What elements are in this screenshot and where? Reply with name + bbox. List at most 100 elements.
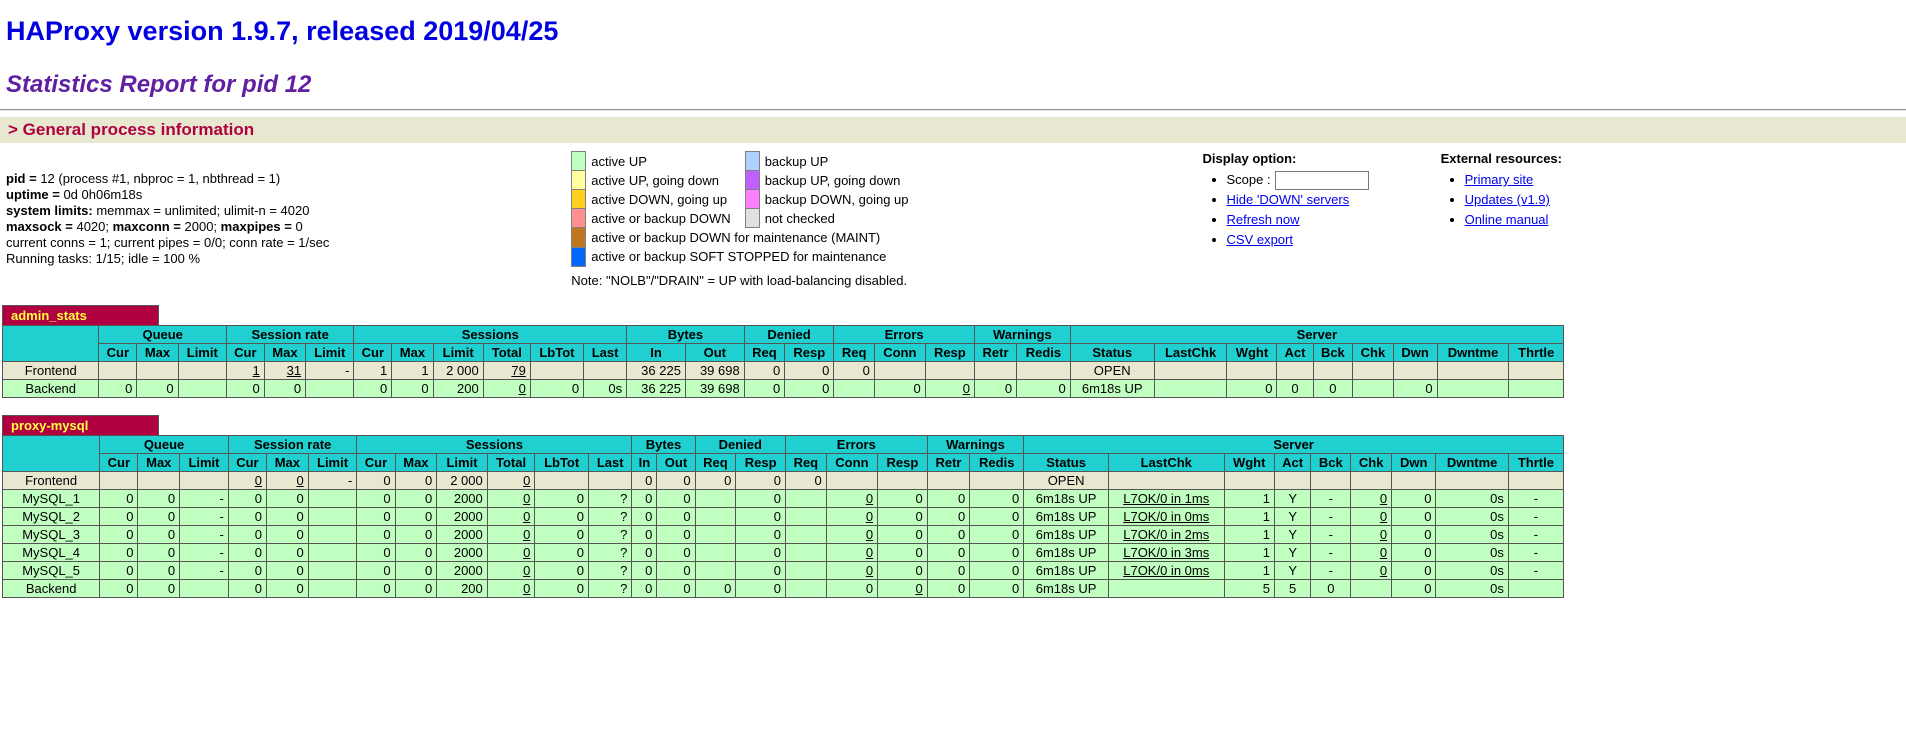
- col-header-bytes-in: In: [627, 343, 686, 361]
- col-header-rate-max: Max: [264, 343, 305, 361]
- col-header-lastchk: LastChk: [1108, 453, 1224, 471]
- cell-chk: 0: [1351, 561, 1392, 579]
- col-header-weight: Wght: [1227, 343, 1277, 361]
- col-header-act: Act: [1277, 343, 1313, 361]
- cell-dwntme: 0s: [1436, 579, 1508, 597]
- group-header-denied: Denied: [695, 435, 785, 453]
- legend-note: Note: "NOLB"/"DRAIN" = UP with load-bala…: [571, 273, 922, 288]
- col-header-sessions-lbtot: LbTot: [535, 453, 589, 471]
- cell-lastchk: [1154, 361, 1227, 379]
- scope-input[interactable]: [1275, 171, 1369, 190]
- proxy-name[interactable]: admin_stats: [3, 305, 159, 325]
- cell-sessions-total: 0: [483, 379, 530, 397]
- cell-warnings-redis: 0: [970, 579, 1024, 597]
- display-option-link[interactable]: Refresh now: [1227, 212, 1300, 227]
- cell-warnings-redis: 0: [970, 489, 1024, 507]
- group-header-queue: Queue: [100, 435, 229, 453]
- proxy-name[interactable]: proxy-mysql: [3, 415, 159, 435]
- col-header-warnings-redis: Redis: [970, 453, 1024, 471]
- col-header-bytes-out: Out: [685, 343, 744, 361]
- external-resources-item: Primary site: [1465, 170, 1562, 190]
- stats-table: QueueSession rateSessionsBytesDeniedErro…: [2, 435, 1564, 598]
- col-header-warnings-retr: Retr: [927, 453, 970, 471]
- cell-status: 6m18s UP: [1024, 525, 1109, 543]
- legend-table-wrap: active UPbackup UPactive UP, going downb…: [571, 151, 922, 267]
- cell-errors-req: [785, 489, 826, 507]
- cell-weight: 1: [1224, 543, 1274, 561]
- cell-queue-limit: [180, 579, 229, 597]
- cell-queue-max: 0: [138, 543, 180, 561]
- cell-sessions-max: 0: [395, 507, 437, 525]
- row-name: MySQL_5: [3, 561, 100, 579]
- cell-sessions-max: 1: [392, 361, 433, 379]
- cell-sessions-lbtot: [535, 471, 589, 489]
- cell-act: [1274, 471, 1310, 489]
- cell-rate-limit: [308, 579, 357, 597]
- cell-dwn: 0: [1392, 579, 1436, 597]
- col-header-bck: Bck: [1313, 343, 1353, 361]
- cell-errors-req: [785, 579, 826, 597]
- col-header-sessions-last: Last: [588, 453, 631, 471]
- display-option-link[interactable]: CSV export: [1227, 232, 1293, 247]
- cell-warnings-redis: 0: [970, 507, 1024, 525]
- cell-chk: 0: [1351, 525, 1392, 543]
- cell-warnings-retr: 0: [927, 543, 970, 561]
- display-option-link[interactable]: Hide 'DOWN' servers: [1227, 192, 1350, 207]
- cell-bytes-in: 0: [632, 471, 657, 489]
- cell-errors-conn: [826, 471, 877, 489]
- external-resources-link[interactable]: Primary site: [1465, 172, 1534, 187]
- cell-lastchk: L7OK/0 in 3ms: [1108, 543, 1224, 561]
- process-info-line: current conns = 1; current pipes = 0/0; …: [6, 235, 571, 251]
- legend-color-swatch: [745, 171, 759, 190]
- cell-thrtle: -: [1508, 543, 1563, 561]
- cell-sessions-lbtot: 0: [535, 489, 589, 507]
- cell-queue-max: 0: [138, 507, 180, 525]
- proxy-name-spacer: [159, 305, 1564, 325]
- cell-weight: 1: [1224, 507, 1274, 525]
- group-header-denied: Denied: [744, 325, 834, 343]
- group-header-empty: [3, 325, 99, 361]
- cell-act: Y: [1274, 489, 1310, 507]
- process-info-line: uptime = 0d 0h06m18s: [6, 187, 571, 203]
- cell-denied-req: 0: [695, 471, 736, 489]
- cell-queue-max: 0: [138, 579, 180, 597]
- external-resources-link[interactable]: Online manual: [1465, 212, 1549, 227]
- external-resources-link[interactable]: Updates (v1.9): [1465, 192, 1550, 207]
- group-header-empty: [3, 435, 100, 471]
- cell-act: Y: [1274, 525, 1310, 543]
- cell-errors-resp: 0: [878, 489, 928, 507]
- cell-sessions-cur: 0: [354, 379, 392, 397]
- col-header-bytes-out: Out: [657, 453, 695, 471]
- stats-row-backend: Backend00000020000?000000006m18s UP55000…: [3, 579, 1564, 597]
- cell-rate-max: 0: [266, 525, 308, 543]
- cell-errors-conn: 0: [826, 561, 877, 579]
- cell-denied-req: [695, 543, 736, 561]
- col-header-sessions-total: Total: [487, 453, 535, 471]
- cell-act: [1277, 361, 1313, 379]
- cell-errors-resp: 0: [878, 561, 928, 579]
- cell-bytes-out: 0: [657, 489, 695, 507]
- cell-status: OPEN: [1070, 361, 1154, 379]
- group-header-errors: Errors: [785, 435, 927, 453]
- cell-chk: 0: [1351, 489, 1392, 507]
- cell-sessions-last: ?: [588, 579, 631, 597]
- divider: [0, 109, 1906, 111]
- col-header-dwntme: Dwntme: [1437, 343, 1509, 361]
- cell-status: 6m18s UP: [1024, 579, 1109, 597]
- cell-errors-req: [785, 543, 826, 561]
- cell-warnings-redis: [1017, 361, 1071, 379]
- cell-bck: 0: [1313, 379, 1353, 397]
- cell-rate-limit: [306, 379, 354, 397]
- cell-bck: -: [1311, 561, 1351, 579]
- cell-status: 6m18s UP: [1024, 489, 1109, 507]
- cell-errors-req: [785, 561, 826, 579]
- group-header-sessions: Sessions: [354, 325, 627, 343]
- cell-queue-cur: 0: [100, 525, 138, 543]
- cell-queue-cur: [100, 471, 138, 489]
- cell-queue-max: 0: [138, 561, 180, 579]
- page-title[interactable]: HAProxy version 1.9.7, released 2019/04/…: [6, 16, 1906, 47]
- display-option-list: Scope : Hide 'DOWN' serversRefresh nowCS…: [1203, 170, 1369, 250]
- cell-rate-cur: 0: [228, 525, 266, 543]
- cell-rate-max: 0: [264, 379, 305, 397]
- cell-sessions-last: [588, 471, 631, 489]
